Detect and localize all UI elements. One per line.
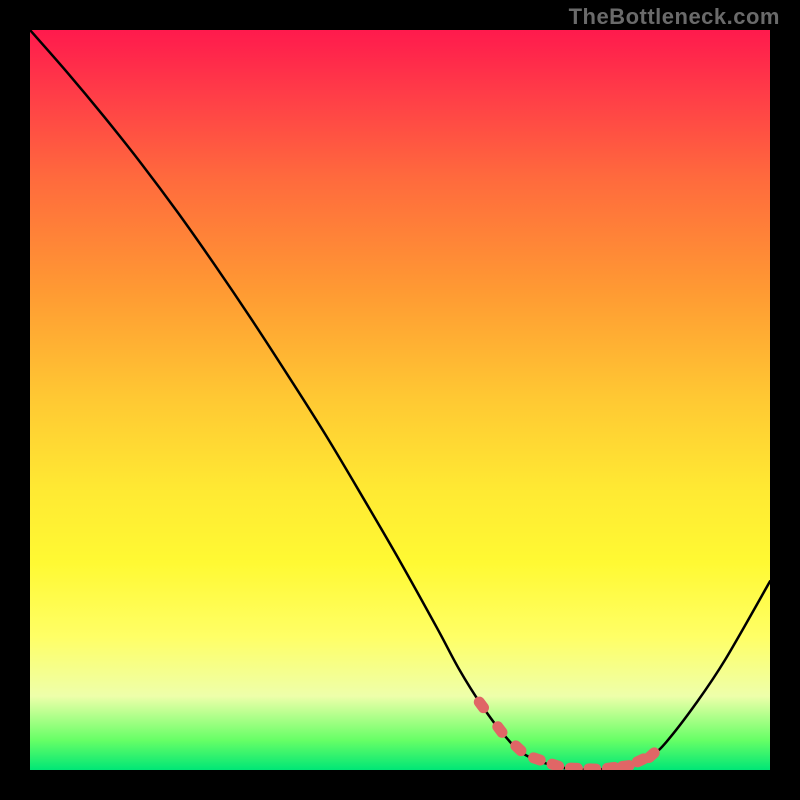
chart-container: TheBottleneck.com bbox=[0, 0, 800, 800]
plot-area bbox=[30, 30, 770, 770]
watermark-text: TheBottleneck.com bbox=[569, 4, 780, 30]
